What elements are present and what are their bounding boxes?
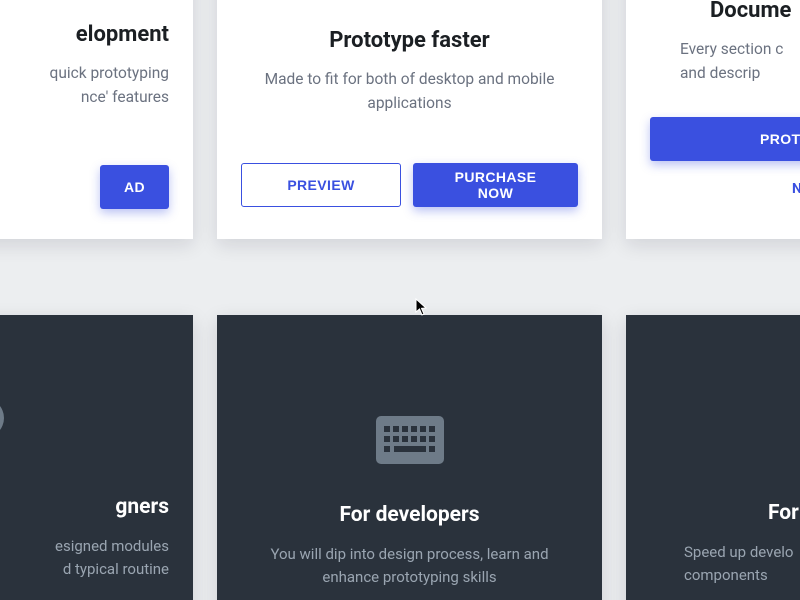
feature-card-row-light: elopment quick prototyping nce' features… [0, 0, 800, 239]
card-description: Speed up develo components [684, 541, 793, 588]
circle-icon [0, 395, 19, 441]
card-description: quick prototyping nce' features [50, 61, 169, 109]
card-description: You will dip into design process, learn … [250, 543, 570, 590]
card-title: Prototype faster [329, 28, 489, 53]
card-description: esigned modules d typical routine [55, 535, 169, 582]
cursor-icon [415, 298, 429, 316]
purchase-now-button[interactable]: PURCHASE NOW [413, 163, 578, 207]
card-description: Every section c and descrip [680, 37, 783, 85]
feature-card-documentation: Docume Every section c and descrip PROT … [626, 0, 800, 239]
card-description: Made to fit for both of desktop and mobi… [255, 67, 565, 115]
feature-card-row-dark: gners esigned modules d typical routine … [0, 315, 800, 600]
audience-card-designers: gners esigned modules d typical routine [0, 315, 193, 600]
audience-card-right: For l Speed up develo components [626, 315, 800, 600]
no-link[interactable]: NO, [792, 181, 800, 197]
card-title: Docume [710, 0, 791, 23]
card-title: elopment [76, 22, 169, 47]
keyboard-icon [375, 417, 445, 463]
card-title: For developers [340, 503, 480, 527]
card-title: gners [115, 495, 169, 519]
prototype-button[interactable]: PROT [650, 117, 800, 161]
feature-card-prototype: Prototype faster Made to fit for both of… [217, 0, 602, 239]
download-button[interactable]: AD [100, 165, 169, 209]
card-title: For l [768, 501, 800, 525]
preview-button[interactable]: PREVIEW [241, 163, 401, 207]
feature-card-development: elopment quick prototyping nce' features… [0, 0, 193, 239]
audience-card-developers: For developers You will dip into design … [217, 315, 602, 600]
